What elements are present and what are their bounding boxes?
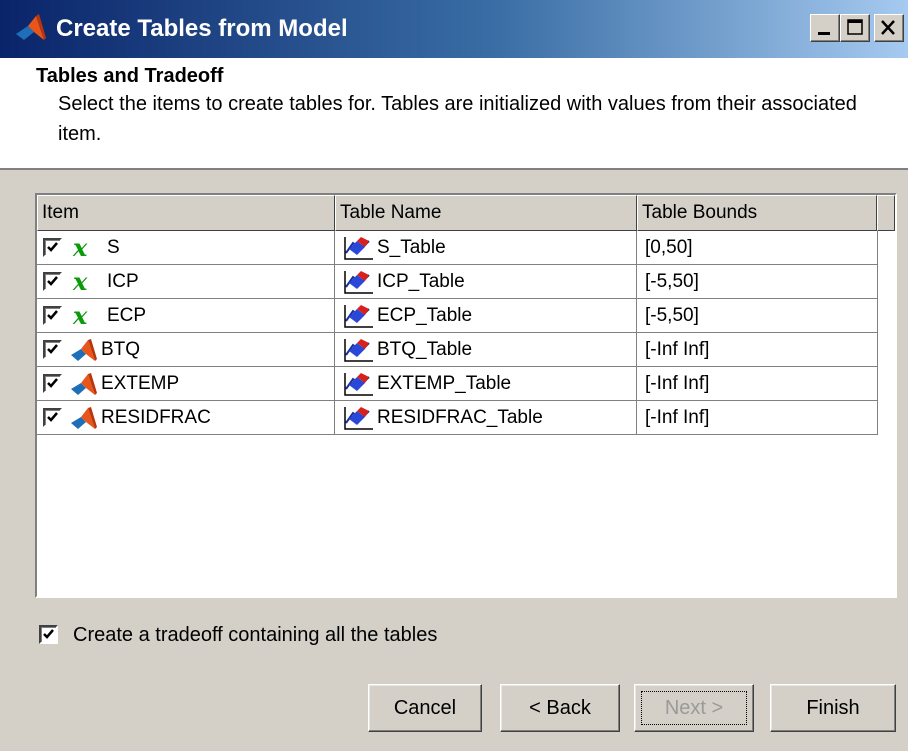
row-checkbox[interactable] <box>43 374 62 393</box>
table-header: Item Table Name Table Bounds <box>37 195 895 231</box>
table-bounds-cell[interactable]: [-Inf Inf] <box>637 333 878 367</box>
title-bar[interactable]: Create Tables from Model <box>0 0 908 58</box>
table-name-cell[interactable]: S_Table <box>335 231 637 265</box>
items-table: Item Table Name Table Bounds xS S_Table … <box>35 193 897 598</box>
checkmark-icon <box>47 378 58 388</box>
lookup-table-icon <box>344 271 373 294</box>
checkmark-icon <box>47 276 58 286</box>
checkmark-icon <box>47 310 58 320</box>
item-label: EXTEMP <box>101 373 180 394</box>
table-name-cell[interactable]: BTQ_Table <box>335 333 637 367</box>
lookup-table-icon <box>344 407 373 430</box>
table-name-label: RESIDFRAC_Table <box>377 407 543 428</box>
matlab-logo-icon <box>71 373 97 395</box>
row-checkbox[interactable] <box>43 238 62 257</box>
column-header-table-name[interactable]: Table Name <box>335 195 637 231</box>
back-button[interactable]: < Back <box>500 684 620 732</box>
close-button[interactable] <box>874 14 904 42</box>
checkmark-icon <box>47 242 58 252</box>
table-name-label: S_Table <box>377 237 446 258</box>
table-bounds-cell[interactable]: [-5,50] <box>637 265 878 299</box>
close-icon <box>881 20 895 35</box>
table-row[interactable]: x ICP ICP_Table [-5,50] <box>37 265 895 299</box>
lookup-table-icon <box>344 339 373 362</box>
table-name-cell[interactable]: RESIDFRAC_Table <box>335 401 637 435</box>
item-label: BTQ <box>101 339 141 360</box>
dialog-window: Create Tables from Model Tables and Trad… <box>0 0 908 751</box>
item-label: S <box>107 237 120 258</box>
table-bounds-cell[interactable]: [-Inf Inf] <box>637 367 878 401</box>
row-checkbox[interactable] <box>43 340 62 359</box>
checkmark-icon <box>43 629 54 639</box>
table-name-cell[interactable]: ICP_Table <box>335 265 637 299</box>
item-cell[interactable]: EXTEMP <box>37 367 335 401</box>
tradeoff-checkbox[interactable] <box>39 625 58 644</box>
checkmark-icon <box>47 344 58 354</box>
table-name-label: EXTEMP_Table <box>377 373 512 394</box>
lookup-table-icon <box>344 305 373 328</box>
row-checkbox[interactable] <box>43 306 62 325</box>
cancel-button[interactable]: Cancel <box>368 684 482 732</box>
row-checkbox[interactable] <box>43 408 62 427</box>
variable-x-icon: x <box>73 267 88 296</box>
table-bounds-cell[interactable]: [-5,50] <box>637 299 878 333</box>
table-row[interactable]: x ECP ECP_Table [-5,50] <box>37 299 895 333</box>
cancel-button-label: Cancel <box>393 696 457 719</box>
column-header-table-bounds[interactable]: Table Bounds <box>637 195 877 231</box>
tradeoff-label: Create a tradeoff containing all the tab… <box>73 624 438 646</box>
maximize-icon <box>847 19 863 35</box>
finish-button-label: Finish <box>806 696 860 719</box>
maximize-button[interactable] <box>840 14 870 42</box>
item-cell[interactable]: RESIDFRAC <box>37 401 335 435</box>
item-label: ICP <box>107 271 139 292</box>
matlab-logo-icon <box>71 407 97 429</box>
finish-button[interactable]: Finish <box>770 684 896 732</box>
item-cell[interactable]: x ECP <box>37 299 335 333</box>
column-header-item[interactable]: Item <box>37 195 335 231</box>
table-bounds-cell[interactable]: [0,50] <box>637 231 878 265</box>
table-bounds-cell[interactable]: [-Inf Inf] <box>637 401 878 435</box>
item-cell[interactable]: BTQ <box>37 333 335 367</box>
table-row[interactable]: xS S_Table [0,50] <box>37 231 895 265</box>
matlab-logo-icon <box>16 14 46 40</box>
item-label: ECP <box>107 305 147 326</box>
matlab-logo-icon <box>71 339 97 361</box>
table-row[interactable]: BTQ BTQ_Table [-Inf Inf] <box>37 333 895 367</box>
table-row[interactable]: EXTEMP EXTEMP_Table [-Inf Inf] <box>37 367 895 401</box>
item-cell[interactable]: x ICP <box>37 265 335 299</box>
table-name-label: BTQ_Table <box>377 339 473 360</box>
back-button-label: < Back <box>529 696 591 719</box>
table-name-label: ECP_Table <box>377 305 473 326</box>
next-button[interactable]: Next > <box>634 684 754 732</box>
item-cell[interactable]: xS <box>37 231 335 265</box>
checkmark-icon <box>47 412 58 422</box>
variable-x-icon: x <box>73 233 88 262</box>
column-header-filler <box>877 195 895 231</box>
minimize-button[interactable] <box>810 14 840 42</box>
lookup-table-icon <box>344 373 373 396</box>
page-description: Select the items to create tables for. T… <box>58 93 857 145</box>
page-title: Tables and Tradeoff <box>36 65 224 87</box>
variable-x-icon: x <box>73 301 88 330</box>
item-label: RESIDFRAC <box>101 407 211 428</box>
row-checkbox[interactable] <box>43 272 62 291</box>
window-title: Create Tables from Model <box>56 15 348 42</box>
minimize-icon <box>818 32 830 35</box>
table-row[interactable]: RESIDFRAC RESIDFRAC_Table [-Inf Inf] <box>37 401 895 435</box>
table-name-cell[interactable]: ECP_Table <box>335 299 637 333</box>
lookup-table-icon <box>344 237 373 260</box>
table-name-label: ICP_Table <box>377 271 465 292</box>
next-button-label: Next > <box>664 696 724 719</box>
table-name-cell[interactable]: EXTEMP_Table <box>335 367 637 401</box>
